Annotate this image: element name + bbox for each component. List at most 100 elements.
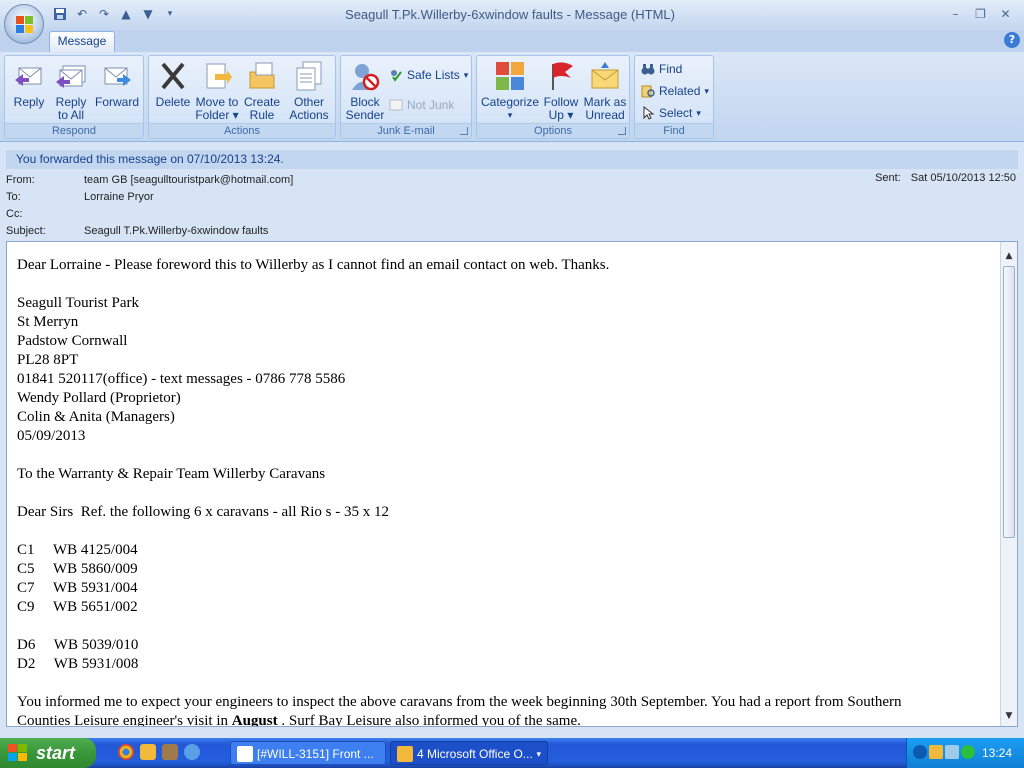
create-rule-button[interactable]: Create Rule — [241, 60, 283, 122]
delete-icon — [157, 60, 189, 92]
next-item-icon[interactable]: ▼ — [138, 5, 158, 23]
forward-icon — [101, 60, 133, 92]
cc-row: Cc: — [6, 206, 1018, 223]
subject-row: Subject: Seagull T.Pk.Willerby-6xwindow … — [6, 223, 1018, 240]
categorize-button[interactable]: Categorize ▾ — [479, 60, 541, 122]
vertical-scrollbar[interactable]: ▲ ▼ — [1000, 242, 1017, 726]
office-button[interactable] — [4, 4, 44, 44]
ribbon-tab-row: Message ? — [0, 30, 1024, 52]
tray-expand-icon[interactable] — [913, 745, 927, 759]
body-line: Seagull Tourist Park — [17, 295, 139, 311]
delete-button[interactable]: Delete — [153, 60, 193, 109]
from-label: From: — [6, 174, 35, 186]
reply-button[interactable]: Reply — [9, 60, 49, 109]
taskbar-item-jira[interactable]: [#WILL-3151] Front ... — [230, 741, 386, 765]
body-line: PL28 8PT — [17, 352, 79, 368]
caravan-line: D2 WB 5931/008 — [17, 656, 139, 672]
find-button[interactable]: Find — [641, 60, 682, 78]
group-label-respond: Respond — [5, 123, 143, 138]
group-actions: Delete Move to Folder ▾ Create Rule Othe… — [148, 55, 336, 139]
options-dialog-launcher-icon[interactable] — [618, 127, 626, 135]
chrome-icon[interactable] — [118, 744, 134, 760]
windows-flag-icon — [8, 744, 28, 762]
cursor-icon — [641, 105, 655, 120]
not-junk-button[interactable]: Not Junk — [389, 96, 454, 114]
reply-all-button[interactable]: Reply to All — [51, 60, 91, 122]
window-controls: – ❐ ✕ — [943, 4, 1018, 24]
to-label: To: — [6, 191, 21, 203]
outlook-task-icon — [397, 746, 413, 762]
window-title: Seagull T.Pk.Willerby-6xwindow faults - … — [345, 7, 675, 22]
tray-network-icon[interactable] — [945, 745, 959, 759]
cc-label: Cc: — [6, 208, 23, 220]
follow-up-flag-icon — [545, 60, 577, 92]
body-line: Wendy Pollard (Proprietor) — [17, 390, 181, 406]
safe-lists-icon — [389, 68, 403, 82]
quick-launch — [118, 744, 200, 760]
caravan-line: C1 WB 4125/004 — [17, 542, 138, 558]
to-row: To: Lorraine Pryor — [6, 189, 1018, 206]
body-line: Dear Sirs Ref. the following 6 x caravan… — [17, 504, 390, 520]
customize-toolbar-icon[interactable]: ▾ — [160, 5, 180, 23]
title-bar: ↶ ↷ ▲ ▼ ▾ Seagull T.Pk.Willerby-6xwindow… — [0, 0, 1024, 30]
forward-button[interactable]: Forward — [93, 60, 141, 109]
taskbar-item-outlook[interactable]: 4 Microsoft Office O... ▾ — [390, 741, 548, 765]
group-label-actions: Actions — [149, 123, 335, 138]
ie-icon[interactable] — [184, 744, 200, 760]
body-line: Colin & Anita (Managers) — [17, 409, 175, 425]
sent-value: Sat 05/10/2013 12:50 — [910, 172, 1016, 184]
other-actions-icon — [293, 60, 325, 92]
previous-item-icon[interactable]: ▲ — [116, 5, 136, 23]
close-icon[interactable]: ✕ — [993, 4, 1018, 24]
quick-access-toolbar: ↶ ↷ ▲ ▼ ▾ — [50, 5, 180, 23]
caravan-line: D6 WB 5039/010 — [17, 637, 139, 653]
help-icon[interactable]: ? — [1004, 32, 1020, 48]
group-label-junk: Junk E-mail — [341, 123, 471, 138]
select-button[interactable]: Select ▾ — [641, 104, 701, 122]
binoculars-icon — [641, 62, 655, 76]
group-options: Categorize ▾ Follow Up ▾ Mark as Unread … — [476, 55, 630, 139]
to-value[interactable]: Lorraine Pryor — [84, 189, 154, 206]
group-respond: Reply Reply to All Forward Respond — [4, 55, 144, 139]
block-sender-button[interactable]: Block Sender — [343, 60, 387, 122]
move-to-folder-button[interactable]: Move to Folder ▾ — [193, 60, 241, 122]
scroll-thumb[interactable] — [1003, 266, 1015, 538]
body-line: To the Warranty & Repair Team Willerby C… — [17, 466, 326, 482]
outlook-icon[interactable] — [140, 744, 156, 760]
categorize-icon — [494, 60, 526, 92]
undo-icon[interactable]: ↶ — [72, 5, 92, 23]
block-sender-icon — [349, 60, 381, 92]
folder-move-icon — [201, 60, 233, 92]
app-icon[interactable] — [162, 744, 178, 760]
group-label-options: Options — [477, 123, 629, 138]
sent-label: Sent: — [875, 172, 901, 184]
body-line: St Merryn — [17, 314, 79, 330]
tray-status-icon[interactable] — [961, 745, 975, 759]
related-icon — [641, 84, 655, 98]
redo-icon[interactable]: ↷ — [94, 5, 114, 23]
ribbon: Reply Reply to All Forward Respond Delet… — [0, 52, 1024, 142]
restore-icon[interactable]: ❐ — [968, 4, 993, 24]
junk-dialog-launcher-icon[interactable] — [460, 127, 468, 135]
related-button[interactable]: Related ▾ — [641, 82, 709, 100]
mark-unread-icon — [589, 60, 621, 92]
message-body[interactable]: Dear Lorraine - Please foreword this to … — [6, 241, 1018, 727]
group-junk-email: Block Sender Safe Lists ▾ Not Junk Junk E… — [340, 55, 472, 139]
info-bar[interactable]: You forwarded this message on 07/10/2013… — [6, 150, 1018, 169]
mark-as-unread-button[interactable]: Mark as Unread — [581, 60, 629, 122]
tray-outlook-icon[interactable] — [929, 745, 943, 759]
from-value[interactable]: team GB [seagulltouristpark@hotmail.com] — [84, 172, 293, 189]
minimize-icon[interactable]: – — [943, 4, 968, 24]
system-tray: 13:24 — [906, 738, 1024, 768]
sent-row: Sent: Sat 05/10/2013 12:50 — [865, 172, 1016, 184]
follow-up-button[interactable]: Follow Up ▾ — [541, 60, 581, 122]
safe-lists-button[interactable]: Safe Lists ▾ — [389, 66, 468, 84]
jira-icon — [237, 746, 253, 762]
tab-message[interactable]: Message — [49, 31, 115, 52]
start-button[interactable]: start — [0, 738, 96, 768]
body-line: Dear Lorraine - Please foreword this to … — [17, 257, 610, 273]
save-icon[interactable] — [50, 5, 70, 23]
taskbar: start [#WILL-3151] Front ... 4 Microsoft… — [0, 738, 1024, 768]
scroll-up-icon[interactable]: ▲ — [1001, 248, 1017, 264]
scroll-down-icon[interactable]: ▼ — [1001, 708, 1017, 724]
